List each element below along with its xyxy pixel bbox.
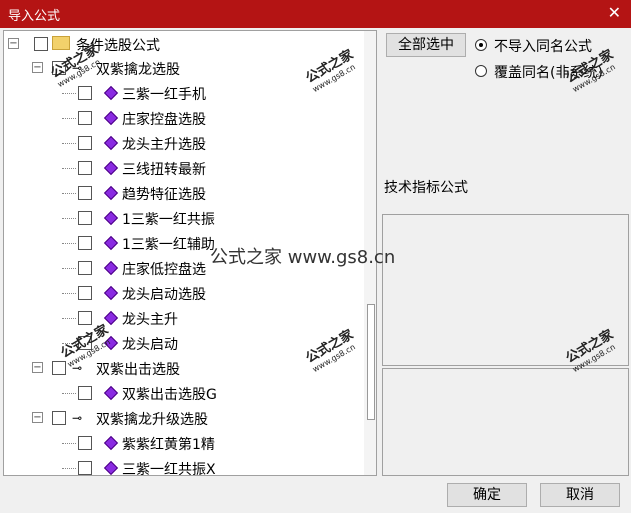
item-checkbox[interactable] bbox=[78, 86, 92, 100]
formula-icon bbox=[103, 310, 119, 326]
formula-icon bbox=[103, 285, 119, 301]
group-label: 双紫擒龙升级选股 bbox=[96, 412, 208, 428]
formula-icon bbox=[103, 85, 119, 101]
item-label: 三紫一红共振X bbox=[122, 462, 216, 476]
item-checkbox[interactable] bbox=[78, 111, 92, 125]
tree-item[interactable]: 庄家控盘选股 bbox=[62, 107, 376, 131]
no-import-label: 不导入同名公式 bbox=[494, 39, 592, 55]
tree-root[interactable]: − 条件选股公式 bbox=[8, 33, 338, 57]
overwrite-radio[interactable] bbox=[475, 65, 487, 77]
item-label: 龙头主升 bbox=[122, 312, 178, 328]
group-checkbox[interactable] bbox=[52, 361, 66, 375]
collapse-icon[interactable]: − bbox=[32, 412, 43, 423]
tree-item[interactable]: 双紫出击选股G bbox=[62, 382, 376, 406]
item-checkbox[interactable] bbox=[78, 386, 92, 400]
scrollbar-thumb[interactable] bbox=[367, 304, 375, 420]
window-title: 导入公式 bbox=[8, 9, 61, 24]
tree-item[interactable]: 龙头启动选股 bbox=[62, 282, 376, 306]
formula-icon bbox=[103, 160, 119, 176]
tree-item[interactable]: 龙头主升选股 bbox=[62, 132, 376, 156]
item-label: 紫紫红黄第1精 bbox=[122, 437, 215, 453]
formula-icon bbox=[103, 385, 119, 401]
formula-icon bbox=[103, 110, 119, 126]
formula-icon bbox=[103, 460, 119, 475]
formula-icon bbox=[103, 435, 119, 451]
tree-item[interactable]: 1三紫一红共振 bbox=[62, 207, 376, 231]
tree-item[interactable]: 三线扭转最新 bbox=[62, 157, 376, 181]
group-checkbox[interactable] bbox=[52, 411, 66, 425]
title-bar: 导入公式 ✕ bbox=[0, 0, 631, 28]
tree-item[interactable]: 三紫一红共振X bbox=[62, 457, 376, 476]
tree-item[interactable]: 龙头主升 bbox=[62, 307, 376, 331]
item-checkbox[interactable] bbox=[78, 261, 92, 275]
folder-icon bbox=[52, 36, 70, 50]
formula-icon bbox=[103, 235, 119, 251]
formula-icon bbox=[103, 185, 119, 201]
root-checkbox[interactable] bbox=[34, 37, 48, 51]
select-all-button[interactable]: 全部选中 bbox=[386, 33, 466, 57]
collapse-icon[interactable]: − bbox=[8, 38, 19, 49]
cancel-button[interactable]: 取消 bbox=[540, 483, 620, 507]
item-label: 龙头启动 bbox=[122, 337, 178, 353]
item-checkbox[interactable] bbox=[78, 161, 92, 175]
ok-button[interactable]: 确定 bbox=[447, 483, 527, 507]
item-label: 1三紫一红共振 bbox=[122, 212, 215, 228]
info-label: 技术指标公式 bbox=[384, 180, 468, 196]
formula-icon bbox=[103, 135, 119, 151]
item-checkbox[interactable] bbox=[78, 136, 92, 150]
formula-desc-panel bbox=[382, 368, 629, 476]
item-label: 庄家控盘选股 bbox=[122, 112, 206, 128]
group-label: 双紫出击选股 bbox=[96, 362, 180, 378]
tree-item[interactable]: 紫紫红黄第1精 bbox=[62, 432, 376, 456]
item-checkbox[interactable] bbox=[78, 211, 92, 225]
item-checkbox[interactable] bbox=[78, 461, 92, 475]
item-label: 龙头启动选股 bbox=[122, 287, 206, 303]
tree-group[interactable]: − ⊸ 双紫擒龙升级选股 bbox=[32, 407, 362, 431]
item-checkbox[interactable] bbox=[78, 186, 92, 200]
item-checkbox[interactable] bbox=[78, 236, 92, 250]
key-icon: ⊸ bbox=[72, 411, 83, 425]
item-label: 趋势特征选股 bbox=[122, 187, 206, 203]
formula-icon bbox=[103, 260, 119, 276]
item-label: 1三紫一红辅助 bbox=[122, 237, 215, 253]
collapse-icon[interactable]: − bbox=[32, 362, 43, 373]
item-checkbox[interactable] bbox=[78, 436, 92, 450]
no-import-radio[interactable] bbox=[475, 39, 487, 51]
item-label: 双紫出击选股G bbox=[122, 387, 217, 403]
item-label: 三紫一红手机 bbox=[122, 87, 206, 103]
collapse-icon[interactable]: − bbox=[32, 62, 43, 73]
group-label: 双紫擒龙选股 bbox=[96, 62, 180, 78]
item-label: 龙头主升选股 bbox=[122, 137, 206, 153]
item-label: 三线扭转最新 bbox=[122, 162, 206, 178]
item-label: 庄家低控盘选 bbox=[122, 262, 206, 278]
item-checkbox[interactable] bbox=[78, 286, 92, 300]
close-icon[interactable]: ✕ bbox=[608, 3, 621, 23]
tree-item[interactable]: 趋势特征选股 bbox=[62, 182, 376, 206]
watermark-text: 公式之家 www.gs8.cn bbox=[210, 247, 396, 268]
formula-icon bbox=[103, 210, 119, 226]
item-checkbox[interactable] bbox=[78, 311, 92, 325]
